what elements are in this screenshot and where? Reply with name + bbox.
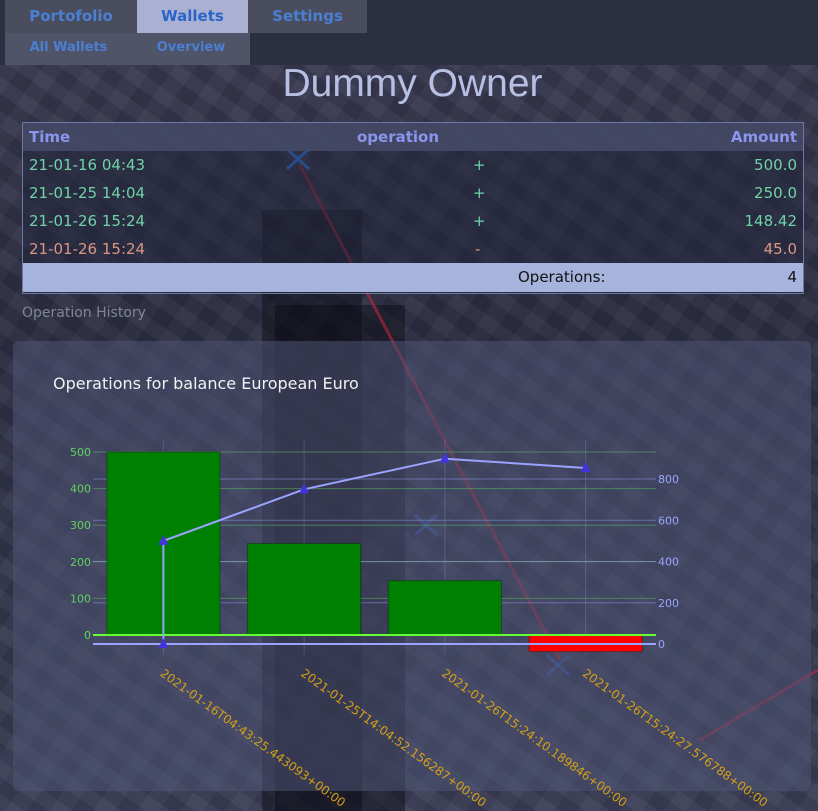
right-tick-label: 800: [658, 473, 679, 486]
operations-chart: 010020030040050002004006008002021-01-16T…: [70, 440, 770, 810]
left-tick-label: 200: [70, 556, 91, 569]
right-tick-label: 0: [658, 638, 665, 651]
right-tick-label: 400: [658, 556, 679, 569]
chart-bar: [387, 580, 502, 636]
right-tick-label: 600: [658, 514, 679, 527]
left-tick-label: 100: [70, 592, 91, 605]
left-tick-label: 500: [70, 446, 91, 459]
right-tick-label: 200: [658, 597, 679, 610]
left-tick-label: 400: [70, 483, 91, 496]
chart-bar: [247, 543, 362, 636]
left-tick-label: 300: [70, 519, 91, 532]
balance-line: [162, 457, 586, 644]
left-tick-label: 0: [84, 629, 91, 642]
balance-point: [439, 452, 450, 463]
